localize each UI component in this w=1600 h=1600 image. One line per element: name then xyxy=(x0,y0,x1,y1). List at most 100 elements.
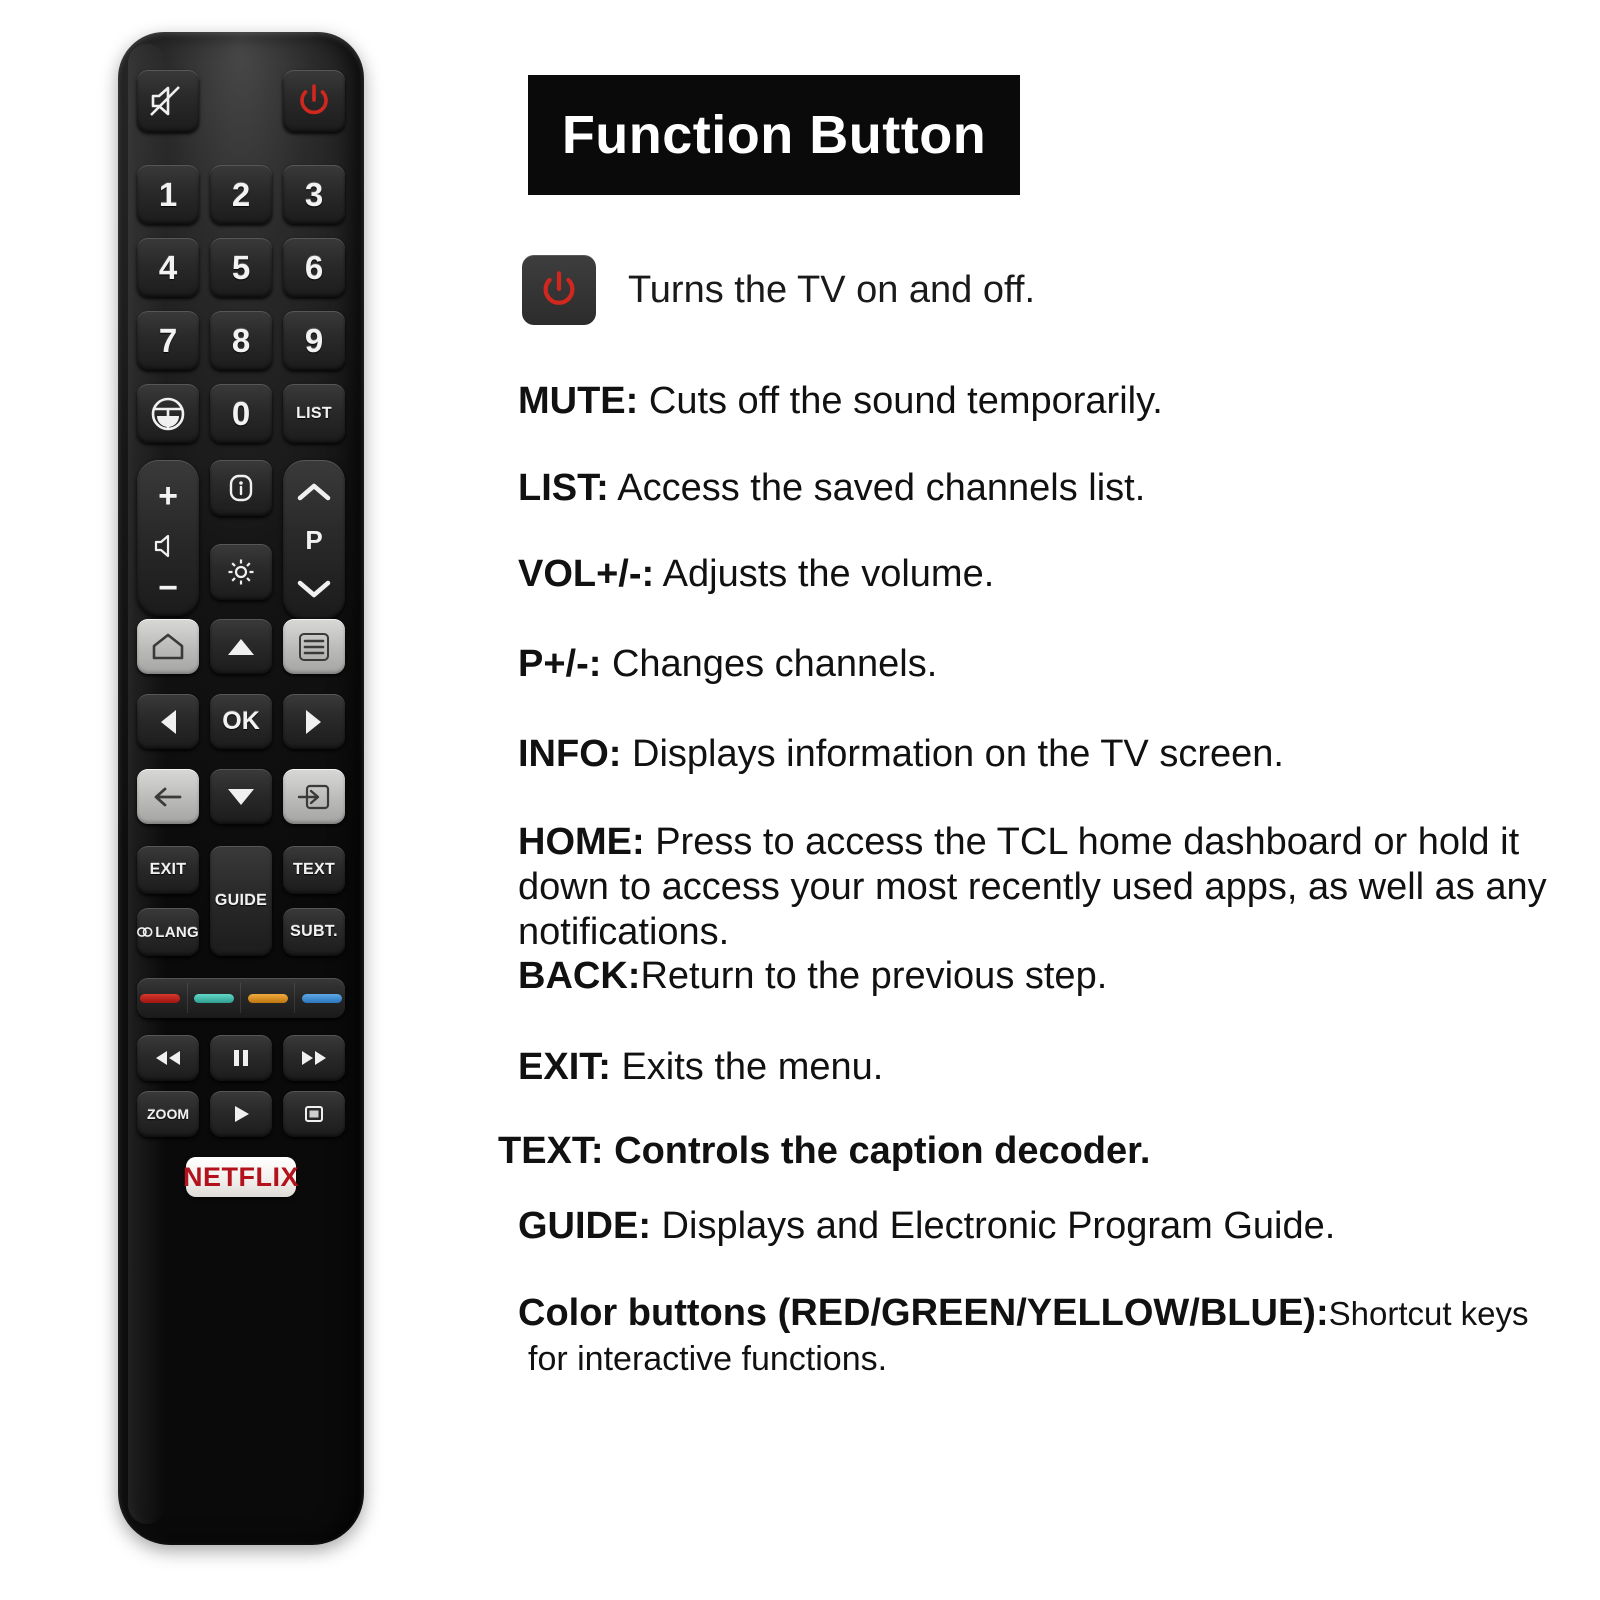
play-button[interactable] xyxy=(210,1091,272,1137)
fast-forward-icon xyxy=(302,1051,326,1065)
settings-button[interactable] xyxy=(210,544,272,600)
text-description: TEXT: Controls the caption decoder. xyxy=(498,1130,1150,1173)
home-description: HOME: Press to access the TCL home dashb… xyxy=(518,820,1588,954)
text-button[interactable]: TEXT xyxy=(283,846,345,894)
menu-button[interactable] xyxy=(283,619,345,674)
channel-description: P+/-: Changes channels. xyxy=(518,643,937,686)
key-3[interactable]: 3 xyxy=(283,165,345,224)
list-button[interactable]: LIST xyxy=(283,384,345,443)
dpad-up-button[interactable] xyxy=(210,619,272,674)
record-stop-button[interactable] xyxy=(283,1091,345,1137)
key-7[interactable]: 7 xyxy=(137,311,199,370)
pause-button[interactable] xyxy=(210,1035,272,1081)
volume-up-label[interactable]: + xyxy=(158,479,178,513)
triangle-left-icon xyxy=(161,709,176,734)
list-label: LIST: xyxy=(518,467,609,509)
green-color-button[interactable] xyxy=(194,993,235,1003)
channel-rocker[interactable]: P xyxy=(283,460,345,620)
mute-button[interactable] xyxy=(137,70,199,132)
volume-down-label[interactable]: − xyxy=(158,571,178,605)
remote-body: 1 2 3 4 5 6 7 8 9 0 LIST + − P OK EXIT G… xyxy=(118,32,364,1545)
back-button[interactable] xyxy=(137,769,199,824)
power-description-text: Turns the TV on and off. xyxy=(628,268,1035,311)
key-6[interactable]: 6 xyxy=(283,238,345,297)
exit-desc: Exits the menu. xyxy=(610,1046,884,1088)
home-desc: Press to access the TCL home dashboard o… xyxy=(518,821,1547,953)
chevron-down-icon[interactable] xyxy=(296,579,332,599)
chevron-up-icon[interactable] xyxy=(296,482,332,502)
lang-button-label: LANG xyxy=(155,923,199,941)
volume-rocker[interactable]: + − xyxy=(137,460,199,616)
function-description-panel: Function Button Turns the TV on and off.… xyxy=(470,0,1600,1600)
key-9[interactable]: 9 xyxy=(283,311,345,370)
home-button[interactable] xyxy=(137,619,199,674)
key-8[interactable]: 8 xyxy=(210,311,272,370)
info-desc: Displays information on the TV screen. xyxy=(621,733,1284,775)
back-label: BACK: xyxy=(518,955,641,997)
rewind-button[interactable] xyxy=(137,1035,199,1081)
info-button[interactable] xyxy=(210,460,272,516)
vol-description: VOL+/-: Adjusts the volume. xyxy=(518,553,994,596)
key-3-label: 3 xyxy=(304,176,324,213)
mute-description: MUTE: Cuts off the sound temporarily. xyxy=(518,380,1163,423)
netflix-button-label: NETFLIX xyxy=(183,1161,299,1192)
pause-icon xyxy=(234,1050,248,1066)
power-button[interactable] xyxy=(283,70,345,132)
color-buttons-bar[interactable] xyxy=(137,978,345,1018)
source-button[interactable] xyxy=(283,769,345,824)
page-title: Function Button xyxy=(528,75,1020,195)
color-divider-3 xyxy=(294,983,296,1013)
channel-label: P+/-: xyxy=(518,643,602,685)
lang-button[interactable]: LANG xyxy=(137,908,199,956)
power-icon xyxy=(300,84,328,115)
triangle-down-icon xyxy=(228,788,254,805)
key-5[interactable]: 5 xyxy=(210,238,272,297)
info-label: INFO: xyxy=(518,733,622,775)
list-description: LIST: Access the saved channels list. xyxy=(518,467,1145,510)
key-0-label: 0 xyxy=(231,395,251,432)
triangle-right-icon xyxy=(306,709,321,734)
exit-description: EXIT: Exits the menu. xyxy=(518,1046,883,1089)
yellow-color-button[interactable] xyxy=(247,993,288,1003)
zoom-button[interactable]: ZOOM xyxy=(137,1091,199,1137)
red-color-button[interactable] xyxy=(140,993,181,1003)
list-desc: Access the saved channels list. xyxy=(608,467,1146,509)
color-desc: Shortcut keys xyxy=(1328,1295,1529,1332)
power-description-row: Turns the TV on and off. xyxy=(522,255,1035,325)
guide-label: GUIDE: xyxy=(518,1205,651,1247)
channel-desc: Changes channels. xyxy=(601,643,938,685)
blue-color-button[interactable] xyxy=(301,993,342,1003)
dpad-left-button[interactable] xyxy=(137,694,199,749)
color-description: Color buttons (RED/GREEN/YELLOW/BLUE):Sh… xyxy=(518,1292,1529,1335)
vol-label: VOL+/-: xyxy=(518,553,655,595)
page-title-text: Function Button xyxy=(561,105,987,165)
power-button-chip xyxy=(522,255,596,325)
guide-button[interactable]: GUIDE xyxy=(210,846,272,956)
ok-button[interactable]: OK xyxy=(210,694,272,749)
fast-forward-button[interactable] xyxy=(283,1035,345,1081)
key-0[interactable]: 0 xyxy=(210,384,272,443)
key-6-label: 6 xyxy=(304,249,324,286)
key-4[interactable]: 4 xyxy=(137,238,199,297)
mute-desc: Cuts off the sound temporarily. xyxy=(638,380,1163,422)
guide-description: GUIDE: Displays and Electronic Program G… xyxy=(518,1205,1335,1248)
home-label: HOME: xyxy=(518,821,645,863)
volume-icon xyxy=(154,535,170,558)
teletext-button[interactable] xyxy=(137,384,199,443)
key-2[interactable]: 2 xyxy=(210,165,272,224)
exit-button[interactable]: EXIT xyxy=(137,846,199,894)
dpad-right-button[interactable] xyxy=(283,694,345,749)
play-icon xyxy=(235,1106,249,1122)
menu-icon xyxy=(299,632,329,661)
exit-label: EXIT: xyxy=(518,1046,611,1088)
info-icon xyxy=(229,474,253,502)
key-1[interactable]: 1 xyxy=(137,165,199,224)
rewind-icon xyxy=(156,1051,180,1065)
color-divider-2 xyxy=(240,983,242,1013)
audio-lang-icon xyxy=(137,927,153,937)
back-desc: Return to the previous step. xyxy=(640,955,1108,997)
dpad-down-button[interactable] xyxy=(210,769,272,824)
subtitle-button[interactable]: SUBT. xyxy=(283,908,345,956)
netflix-button[interactable]: NETFLIX xyxy=(183,1157,299,1197)
key-7-label: 7 xyxy=(158,322,178,359)
